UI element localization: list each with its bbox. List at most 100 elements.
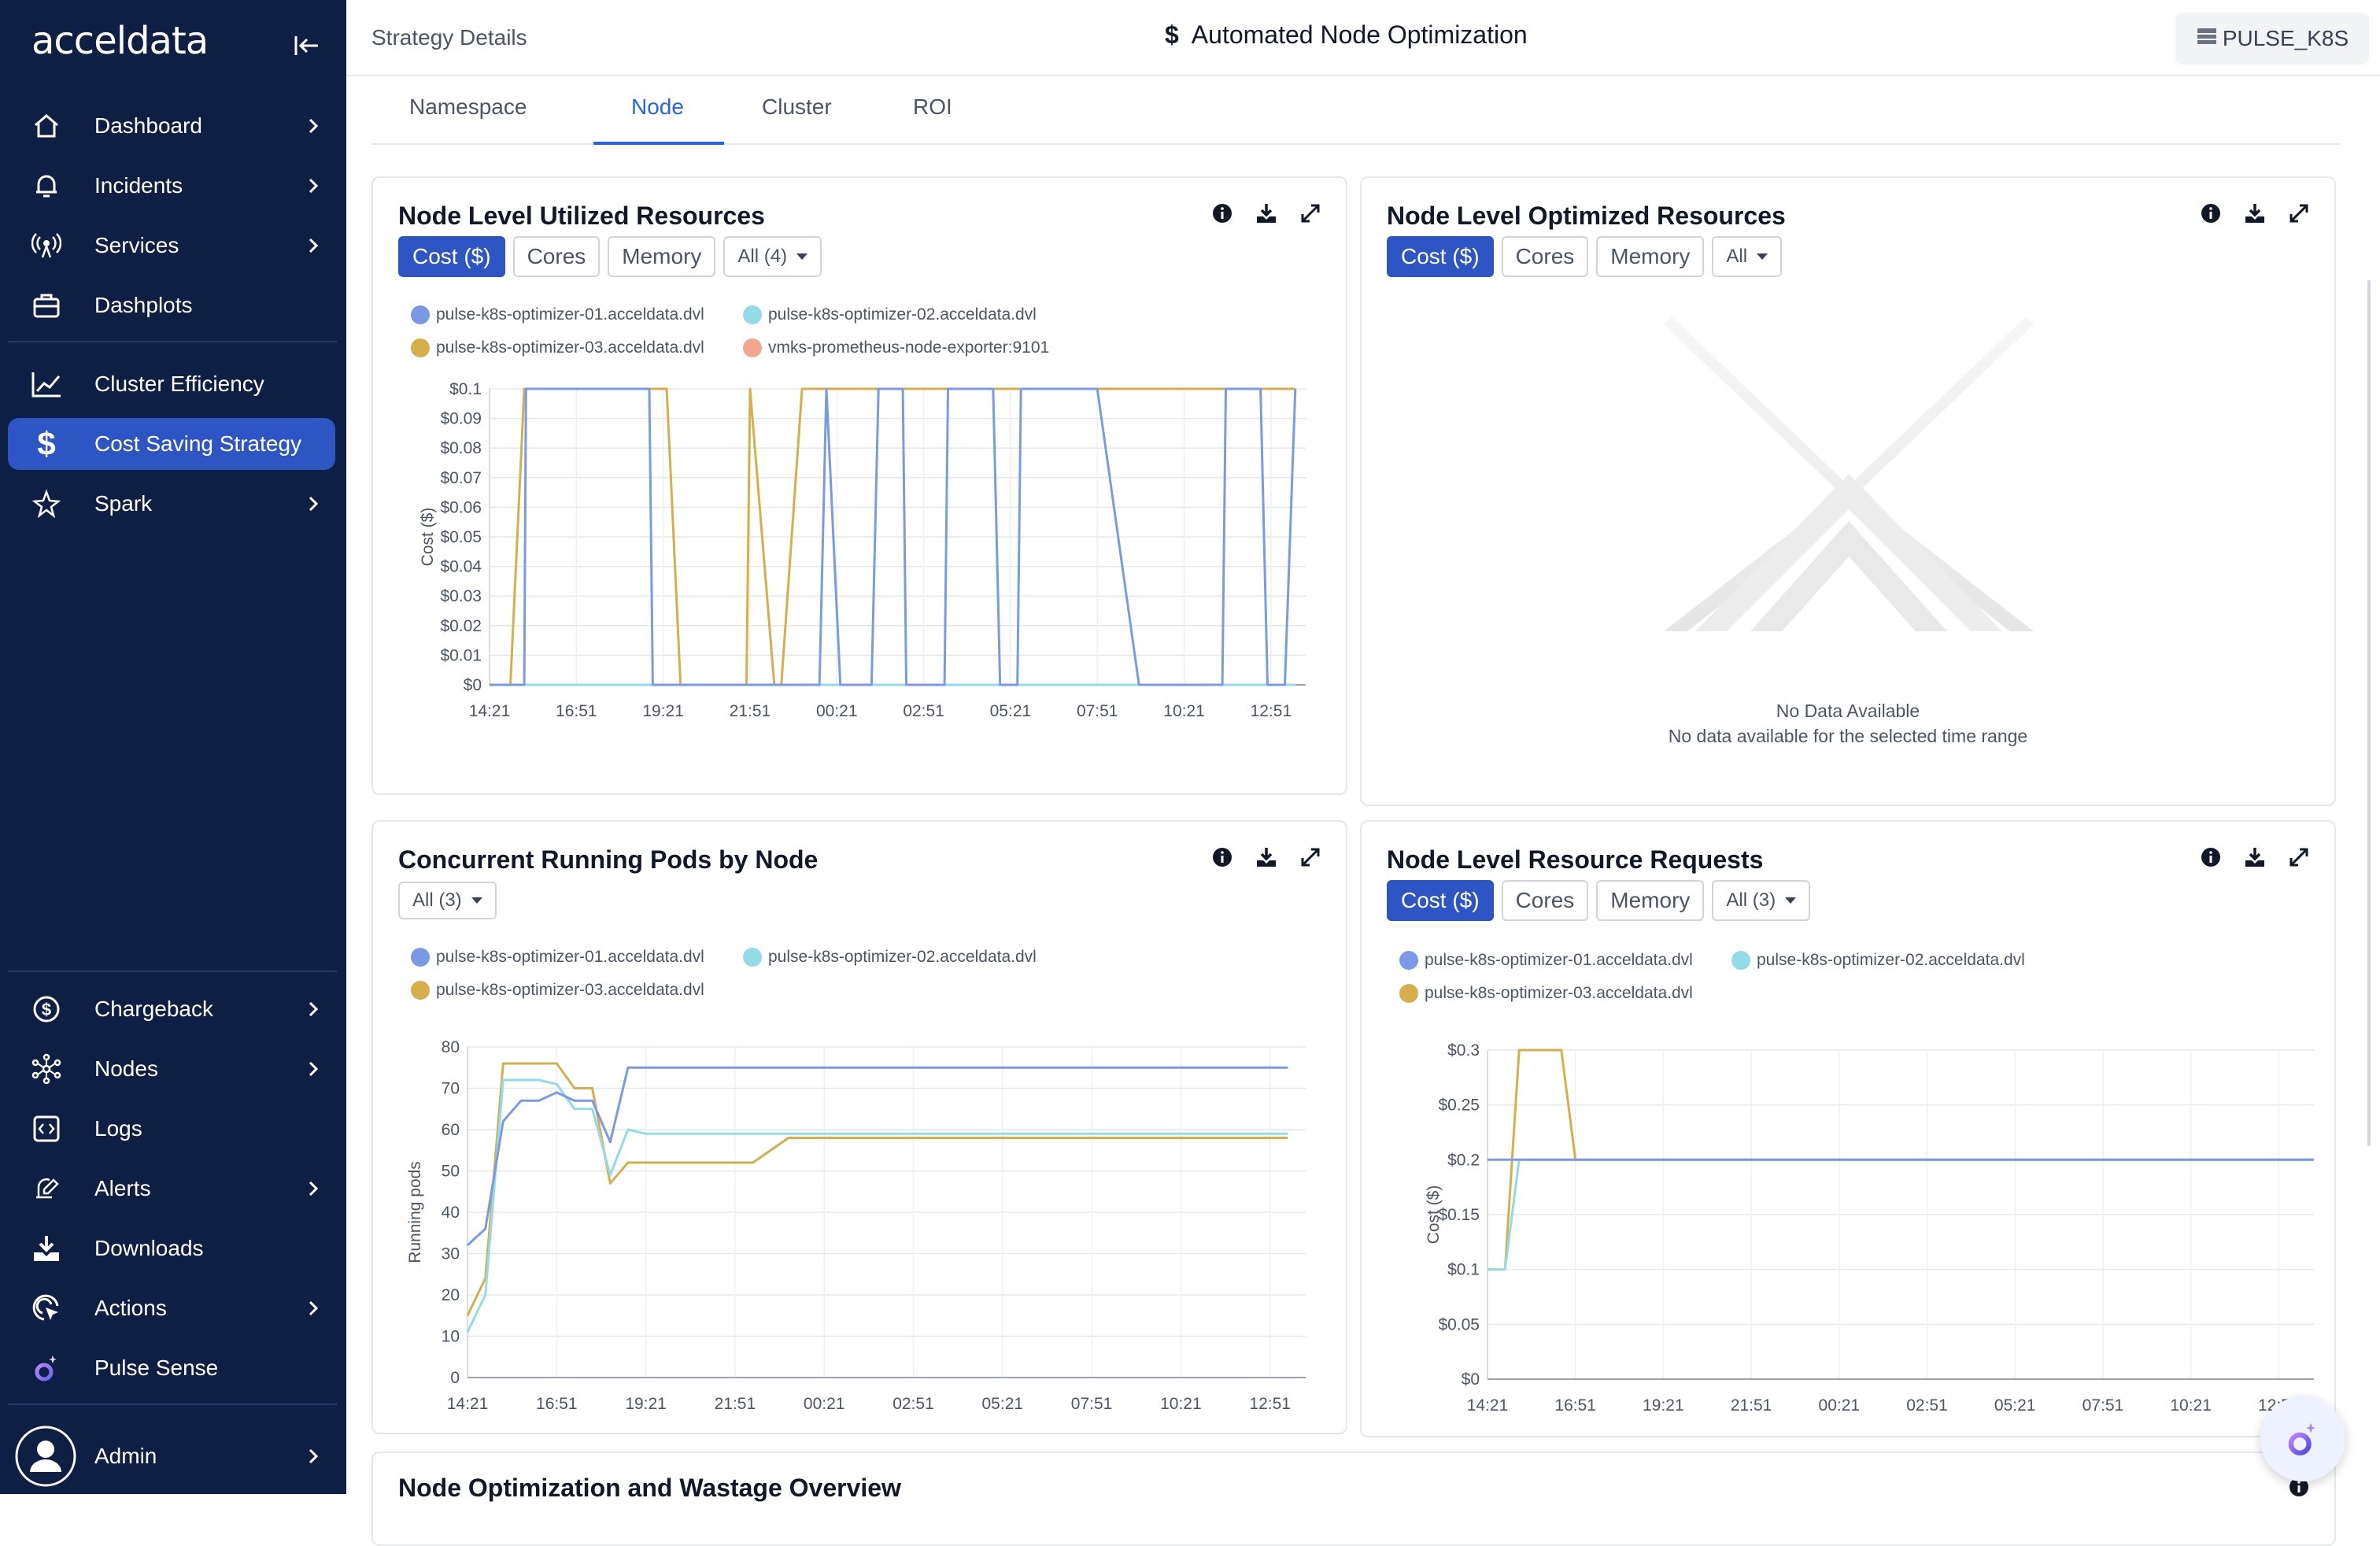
breadcrumb[interactable]: Strategy Details [371, 25, 527, 50]
legend-item[interactable]: pulse-k8s-optimizer-01.acceldata.dvl [411, 948, 704, 967]
tab-cluster[interactable]: Cluster [762, 94, 832, 120]
info-icon[interactable] [2199, 202, 2223, 225]
legend-item[interactable]: pulse-k8s-optimizer-03.acceldata.dvl [411, 981, 704, 1000]
node-filter-dropdown[interactable]: All [1712, 236, 1783, 277]
utilized-cost-chart: $0 $0.01 $0.02 $0.03 $0.04 $0.05 $0.06 $0.07 $0.… [419, 383, 1306, 720]
sidebar-item-actions[interactable]: Actions [8, 1282, 335, 1334]
series-line-1[interactable] [466, 1066, 1288, 1247]
sidebar-item-dashplots[interactable]: Dashplots [8, 279, 335, 331]
expand-icon[interactable] [2287, 845, 2311, 869]
sidebar-item-label: Chargeback [94, 997, 213, 1021]
sidebar-item-cost-saving-strategy[interactable]: $ Cost Saving Strategy [8, 418, 335, 470]
download-icon[interactable] [1255, 202, 1278, 225]
svg-text:$: $ [42, 1000, 51, 1019]
x-tick-label: 19:21 [642, 702, 684, 720]
main-content: Strategy Details $ Automated Node Optimiz… [346, 0, 2380, 1546]
y-tick-label: $0.09 [440, 410, 482, 428]
cost-toggle[interactable]: Cost ($) [398, 236, 505, 277]
cores-toggle[interactable]: Cores [1501, 236, 1589, 277]
download-icon[interactable] [2243, 202, 2267, 225]
x-tick-label: 07:51 [1071, 1395, 1113, 1413]
running-pods-chart: 0 10 20 30 40 50 60 70 80 14:21 16:51 19:21 21:51 00:… [406, 1038, 1306, 1413]
x-tick-label: 00:21 [1819, 1396, 1861, 1415]
legend-item[interactable]: pulse-k8s-optimizer-02.acceldata.dvl [743, 948, 1037, 967]
pulse-sense-assistant-button[interactable] [2260, 1396, 2345, 1481]
legend-item[interactable]: pulse-k8s-optimizer-03.acceldata.dvl [411, 338, 704, 357]
download-icon[interactable] [2243, 845, 2267, 869]
broadcast-icon [27, 226, 66, 265]
node-filter-dropdown[interactable]: All (4) [723, 236, 822, 277]
legend-label: pulse-k8s-optimizer-01.acceldata.dvl [436, 948, 704, 966]
x-tick-label: 05:21 [1994, 1396, 2036, 1415]
legend-swatch [1399, 984, 1418, 1003]
active-tab-indicator [593, 142, 724, 145]
memory-toggle[interactable]: Memory [608, 236, 716, 277]
legend-item[interactable]: pulse-k8s-optimizer-02.acceldata.dvl [1731, 951, 2025, 970]
cores-toggle[interactable]: Cores [512, 236, 601, 277]
legend-swatch [1731, 951, 1750, 970]
memory-toggle[interactable]: Memory [1596, 236, 1705, 277]
sidebar-item-chargeback[interactable]: $ Chargeback [8, 983, 335, 1035]
sidebar-item-downloads[interactable]: Downloads [8, 1222, 335, 1274]
x-tick-label: 00:21 [804, 1395, 845, 1413]
sidebar-item-nodes[interactable]: Nodes [8, 1043, 335, 1095]
legend-item[interactable]: pulse-k8s-optimizer-02.acceldata.dvl [743, 305, 1037, 324]
y-tick-label: 60 [442, 1121, 460, 1139]
card-title: Concurrent Running Pods by Node [398, 845, 819, 874]
sidebar-item-admin[interactable]: Admin [8, 1425, 335, 1488]
expand-icon[interactable] [1299, 845, 1322, 869]
y-tick-label: $0.25 [1438, 1097, 1480, 1115]
sidebar-item-label: Nodes [94, 1056, 158, 1081]
dollar-icon: $ [37, 425, 56, 462]
sidebar-item-spark[interactable]: Spark [8, 478, 335, 530]
sidebar-item-dashboard[interactable]: Dashboard [8, 100, 335, 152]
info-icon[interactable] [2199, 845, 2223, 869]
info-icon[interactable] [1210, 845, 1234, 869]
tab-node[interactable]: Node [631, 94, 684, 120]
cost-toggle[interactable]: Cost ($) [1387, 236, 1494, 277]
metric-toggle-group: Cost ($) Cores Memory All [1387, 236, 1783, 277]
sidebar-item-label: Downloads [94, 1236, 204, 1260]
sidebar-item-label: Pulse Sense [94, 1356, 219, 1380]
sidebar-item-logs[interactable]: Logs [8, 1103, 335, 1155]
expand-icon[interactable] [2287, 202, 2311, 225]
environment-badge[interactable]: PULSE_K8S [2175, 13, 2369, 65]
acceldata-logo: acceldata [31, 19, 209, 63]
sidebar-item-services[interactable]: Services [8, 220, 335, 272]
chevron-right-icon [302, 1178, 324, 1200]
legend-item[interactable]: pulse-k8s-optimizer-01.acceldata.dvl [411, 305, 704, 324]
sidebar-item-label: Dashboard [94, 113, 202, 138]
card-title: Node Level Optimized Resources [1387, 202, 1786, 230]
caret-down-icon [796, 253, 808, 260]
environment-name: PULSE_K8S [2222, 26, 2349, 50]
node-filter-dropdown[interactable]: All (3) [398, 882, 497, 919]
node-filter-dropdown[interactable]: All (3) [1712, 880, 1811, 921]
x-tick-label: 16:51 [536, 1395, 578, 1413]
sidebar-item-incidents[interactable]: Incidents [8, 160, 335, 212]
legend-item[interactable]: pulse-k8s-optimizer-01.acceldata.dvl [1399, 951, 1693, 970]
info-icon[interactable] [1210, 202, 1234, 225]
legend-item[interactable]: pulse-k8s-optimizer-03.acceldata.dvl [1399, 984, 1693, 1003]
legend-swatch [411, 305, 430, 324]
download-icon[interactable] [1255, 845, 1278, 869]
y-axis-label: Running pods [406, 1161, 424, 1263]
chevron-right-icon [302, 175, 324, 197]
expand-icon[interactable] [1299, 202, 1322, 225]
y-tick-label: $0.1 [1447, 1261, 1480, 1279]
dropdown-value: All (4) [737, 246, 788, 267]
page-scrollbar[interactable] [2367, 280, 2371, 1146]
cost-toggle[interactable]: Cost ($) [1387, 880, 1494, 921]
y-axis-label: Cost ($) [419, 508, 437, 567]
sidebar-item-pulse-sense[interactable]: Pulse Sense [8, 1342, 335, 1394]
collapse-sidebar-icon[interactable] [291, 30, 323, 61]
tab-roi[interactable]: ROI [913, 94, 952, 120]
sidebar-item-cluster-efficiency[interactable]: Cluster Efficiency [8, 358, 335, 410]
tab-namespace[interactable]: Namespace [409, 94, 527, 120]
legend-label: pulse-k8s-optimizer-02.acceldata.dvl [768, 305, 1037, 324]
x-tick-label: 07:51 [2082, 1396, 2124, 1415]
cores-toggle[interactable]: Cores [1501, 880, 1589, 921]
legend-item[interactable]: vmks-prometheus-node-exporter:9101 [743, 338, 1049, 357]
sidebar-item-alerts[interactable]: Alerts [8, 1163, 335, 1215]
card-node-optimization-overview: Node Optimization and Wastage Overview [371, 1452, 2336, 1546]
memory-toggle[interactable]: Memory [1596, 880, 1705, 921]
